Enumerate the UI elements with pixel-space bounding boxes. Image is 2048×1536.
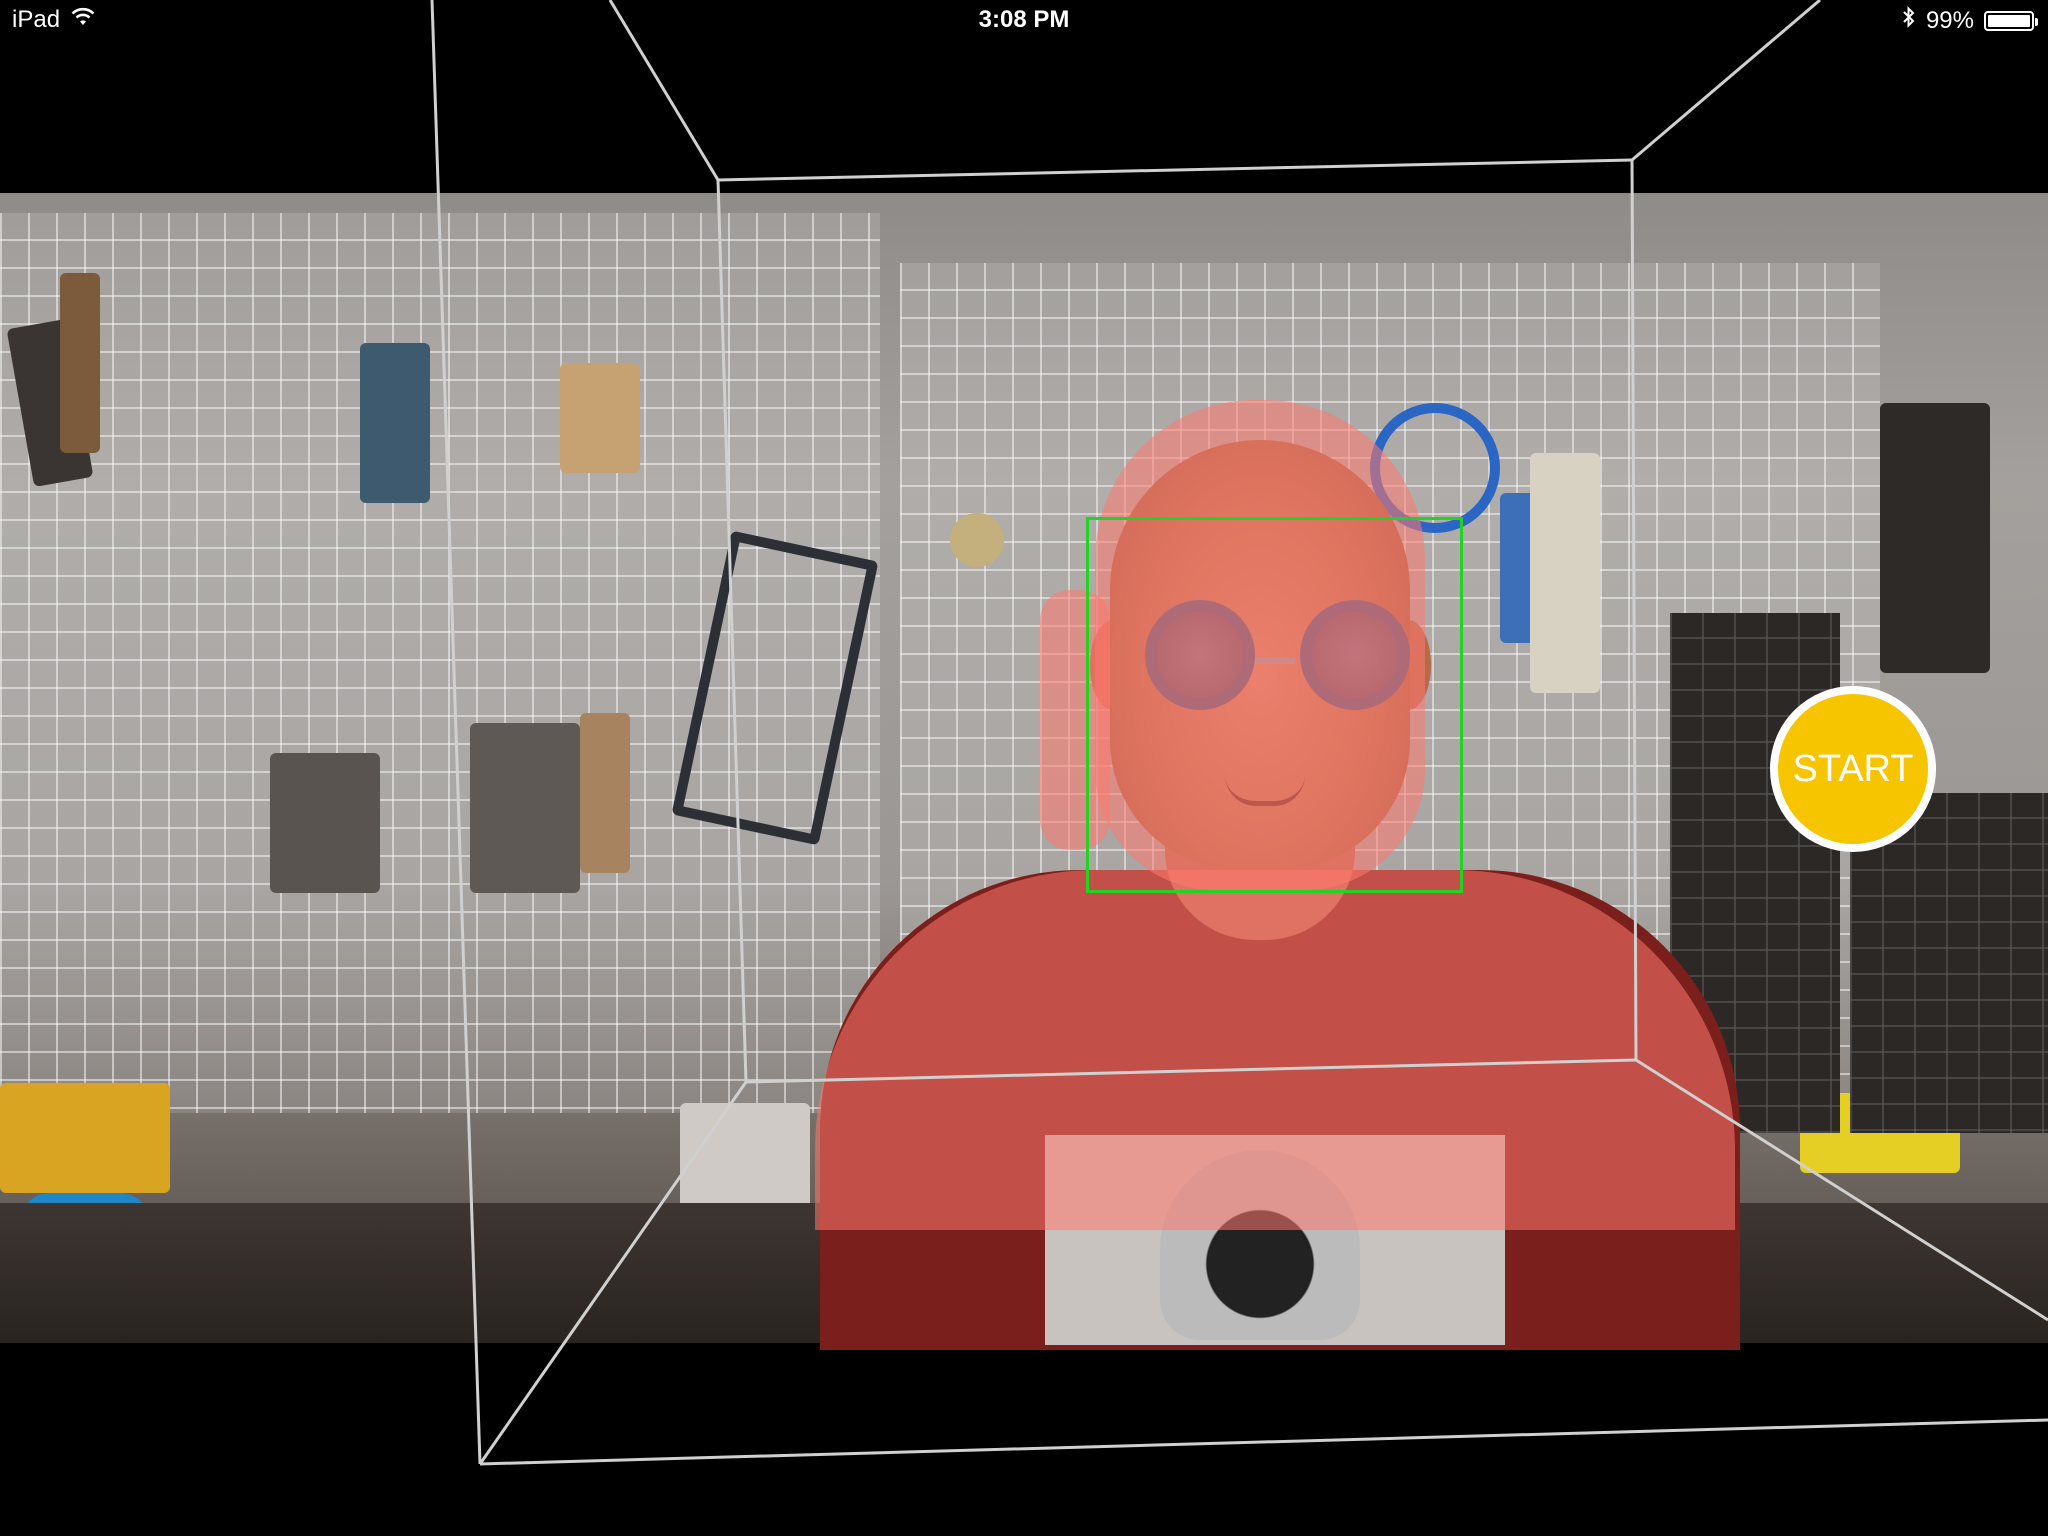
tool-mask	[560, 363, 640, 473]
tool-brush	[60, 273, 100, 453]
tool-clamp-2	[470, 723, 580, 893]
scanner-screen: iPad 3:08 PM 99% START	[0, 0, 2048, 1536]
battery-level	[1988, 14, 2030, 27]
tool-cables	[1880, 403, 1990, 673]
segmentation-mask-torso	[815, 870, 1735, 1230]
bluetooth-icon	[1902, 6, 1916, 35]
face-detection-box	[1086, 517, 1463, 893]
status-time: 3:08 PM	[978, 6, 1070, 33]
status-right: 99%	[1902, 6, 2038, 35]
tool-clamp-1	[270, 753, 380, 893]
start-button[interactable]: START	[1770, 686, 1936, 852]
battery-percent: 99%	[1925, 6, 1974, 34]
tool-yellow-drill	[0, 1083, 170, 1193]
tool-goggles	[360, 343, 430, 503]
tool-zip-ties	[1530, 453, 1600, 693]
battery-icon	[1984, 10, 2038, 31]
tool-hammer	[580, 713, 630, 873]
status-bar: iPad 3:08 PM 99%	[0, 0, 2048, 40]
tool-tape	[950, 513, 1004, 567]
